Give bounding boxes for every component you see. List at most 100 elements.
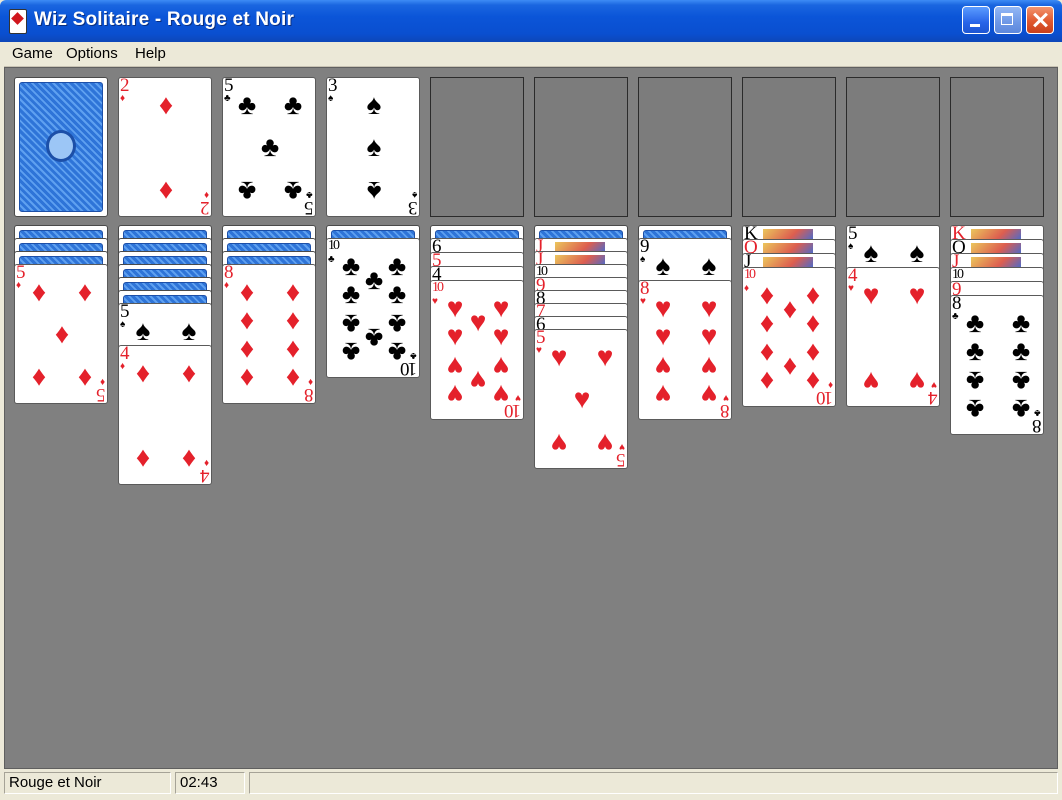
card-pip-icon: ♦ (285, 305, 301, 336)
card-suit-icon: ♥ (848, 283, 854, 294)
card-pip-icon: ♦ (239, 305, 255, 336)
card-pip-icon: ♦ (31, 362, 47, 393)
tableau-card[interactable]: 10 ♦ ♦ ♦ ♦ ♦ ♦ ♦ ♦ ♦ ♦ ♦ 10 ♦ (742, 267, 836, 407)
card-rank: 10 (432, 280, 444, 295)
title-bar[interactable]: Wiz Solitaire - Rouge et Noir (0, 0, 1062, 42)
card-pip-icon: ♥ (654, 293, 672, 324)
card-pip-icon: ♣ (341, 279, 361, 310)
card-pip-icon: ♦ (285, 277, 301, 308)
tableau-card[interactable]: 8 ♣ ♣ ♣ ♣ ♣ ♣ ♣ ♣ ♣ 8 ♣ (950, 295, 1044, 435)
card-pip-icon: ♣ (965, 365, 985, 396)
card-suit-icon: ♣ (952, 311, 959, 322)
tableau-card[interactable]: 5 ♦ ♦ ♦ ♦ ♦ ♦ 5 ♦ (14, 264, 108, 404)
card-suit-icon: ♣ (328, 254, 335, 265)
tableau-card[interactable]: 8 ♥ ♥ ♥ ♥ ♥ ♥ ♥ ♥ ♥ 8 ♥ (638, 280, 732, 420)
empty-foundation-slot[interactable] (846, 77, 940, 217)
card-rank: 8 (1033, 415, 1042, 435)
card-suit-icon: ♠ (848, 241, 854, 252)
card-pip-icon: ♣ (237, 90, 257, 121)
status-bar: Rouge et Noir 02:43 (4, 770, 1058, 796)
foundation-pile[interactable]: 5 ♣ ♣ ♣ ♣ ♣ ♣ 5 ♣ (222, 77, 316, 217)
tableau-card[interactable]: 5♥♥♥♥♥♥5♥ (534, 329, 628, 469)
tableau-card[interactable]: 10 ♣ ♣ ♣ ♣ ♣ ♣ ♣ ♣ ♣ ♣ ♣ 10 ♣ (326, 238, 420, 378)
card-pip-icon: ♦ (135, 443, 151, 474)
card-pip-icon: ♣ (341, 336, 361, 367)
card-pip-icon: ♥ (654, 378, 672, 409)
card-pip-icon: ♥ (908, 280, 926, 311)
tableau-card[interactable]: 10 ♥ ♥ ♥ ♥ ♥ ♥ ♥ ♥ ♥ ♥ ♥ 10 ♥ (430, 280, 524, 420)
card-pip-icon: ♦ (158, 90, 174, 121)
card-rank: 4 (929, 387, 938, 407)
card-pip-icon: ♠ (655, 251, 671, 282)
tableau-card[interactable]: 4 ♥ ♥ ♥ ♥ ♥ 4 ♥ (846, 267, 940, 407)
card-rank: 5 (617, 449, 626, 469)
card-pip-icon: ♥ (700, 378, 718, 409)
close-icon[interactable] (1026, 6, 1054, 34)
menu-help[interactable]: Help (135, 45, 166, 62)
card-rank: 5 (305, 197, 314, 217)
status-timer: 02:43 (175, 772, 245, 794)
card-suit-icon: ♦ (307, 376, 313, 387)
card-pip-icon: ♣ (965, 308, 985, 339)
solitaire-window: Wiz Solitaire - Rouge et Noir Game Optio… (0, 0, 1062, 800)
empty-foundation-slot[interactable] (534, 77, 628, 217)
card-pip-icon: ♦ (805, 308, 821, 339)
card-pip-icon: ♦ (31, 277, 47, 308)
card-pip-icon: ♥ (550, 427, 568, 458)
card-pip-icon: ♣ (965, 393, 985, 424)
menu-options[interactable]: Options (66, 45, 118, 62)
card-suit-icon: ♠ (411, 189, 417, 200)
card-pip-icon: ♦ (135, 358, 151, 389)
window-title: Wiz Solitaire - Rouge et Noir (34, 9, 295, 30)
card-pip-icon: ♣ (260, 132, 280, 163)
card-pip-icon: ♥ (446, 321, 464, 352)
card-pip-icon: ♦ (181, 358, 197, 389)
card-pip-icon: ♣ (1011, 336, 1031, 367)
card-pip-icon: ♠ (135, 316, 151, 347)
card-suit-icon: ♦ (120, 361, 126, 372)
card-suit-icon: ♦ (203, 457, 209, 468)
card-pip-icon: ♠ (366, 132, 382, 163)
card-rank: 8 (305, 384, 314, 404)
empty-foundation-slot[interactable] (430, 77, 524, 217)
card-suit-icon: ♥ (619, 441, 625, 452)
menu-game[interactable]: Game (12, 45, 53, 62)
stock-pile[interactable] (14, 77, 108, 217)
card-suit-icon: ♦ (203, 189, 209, 200)
card-rank: 2 (201, 197, 210, 217)
empty-foundation-slot[interactable] (950, 77, 1044, 217)
card-pip-icon: ♣ (237, 175, 257, 206)
card-pip-icon: ♦ (239, 277, 255, 308)
card-pip-icon: ♦ (285, 334, 301, 365)
card-rank: 10 (328, 238, 340, 253)
tableau-card[interactable]: 8 ♦ ♦ ♦ ♦ ♦ ♦ ♦ ♦ ♦ 8 ♦ (222, 264, 316, 404)
foundation-pile[interactable]: 2 ♦ ♦ ♦ 2 ♦ (118, 77, 212, 217)
card-pip-icon: ♠ (366, 175, 382, 206)
card-suit-icon: ♥ (536, 345, 542, 356)
card-pip-icon: ♣ (1011, 365, 1031, 396)
card-pip-icon: ♥ (550, 342, 568, 373)
card-rank: 5 (97, 384, 106, 404)
empty-foundation-slot[interactable] (638, 77, 732, 217)
tableau-card[interactable]: 4 ♦ ♦ ♦ ♦ ♦ 4 ♦ (118, 345, 212, 485)
foundation-pile[interactable]: 3 ♠ ♠ ♠ ♠ 3 ♠ (326, 77, 420, 217)
card-suit-icon: ♥ (931, 379, 937, 390)
status-game-name: Rouge et Noir (4, 772, 171, 794)
card-pip-icon: ♣ (965, 336, 985, 367)
empty-foundation-slot[interactable] (742, 77, 836, 217)
card-suit-icon: ♥ (723, 392, 729, 403)
card-pip-icon: ♣ (387, 279, 407, 310)
card-table[interactable]: 2♦♦♦2♦5♣♣♣♣♣♣5♣3♠♠♠♠3♠5♦♦♦♦♦♦5♦5♠♠♠♠♠♠5♠… (4, 67, 1058, 769)
card-pip-icon: ♦ (77, 362, 93, 393)
card-pip-icon: ♥ (573, 384, 591, 415)
card-suit-icon: ♣ (410, 350, 417, 361)
card-pip-icon: ♦ (759, 308, 775, 339)
card-pip-icon: ♠ (701, 251, 717, 282)
card-suit-icon: ♦ (99, 376, 105, 387)
minimize-icon[interactable] (962, 6, 990, 34)
menu-bar: Game Options Help (4, 42, 1058, 67)
card-rank: 10 (952, 267, 964, 282)
card-pip-icon: ♠ (181, 316, 197, 347)
card-pip-icon: ♠ (366, 90, 382, 121)
maximize-icon[interactable] (994, 6, 1022, 34)
